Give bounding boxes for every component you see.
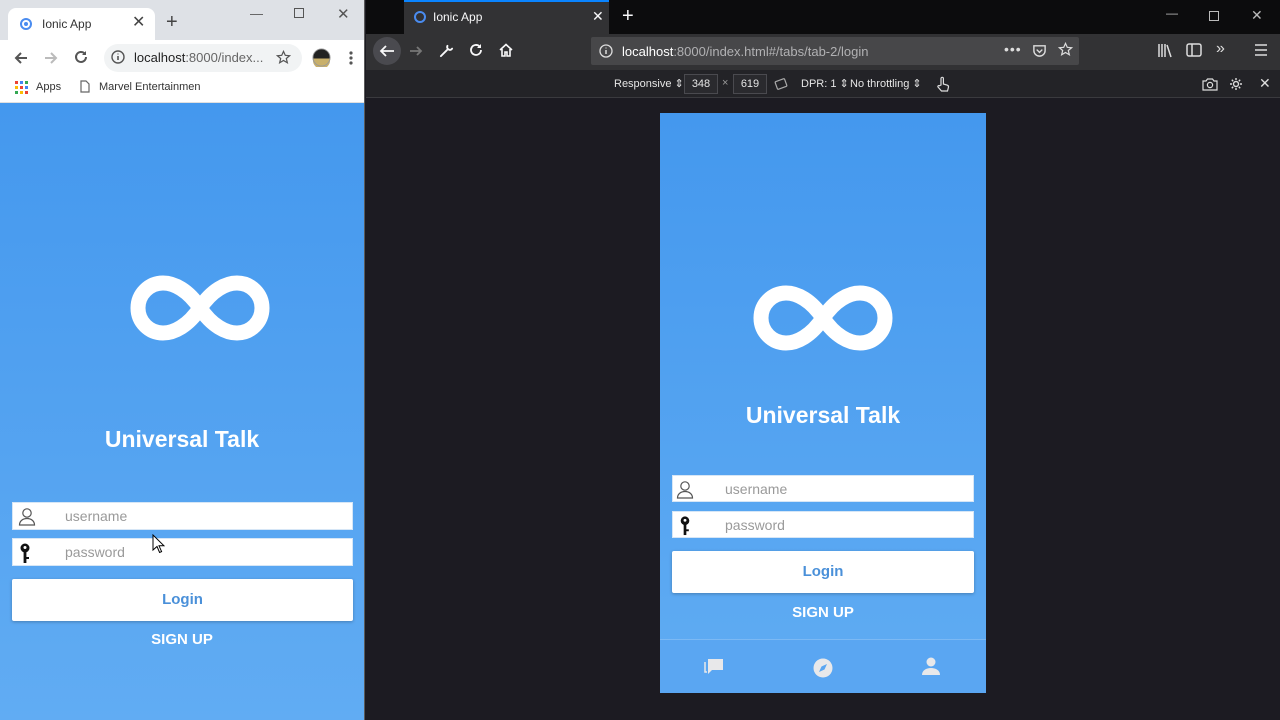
chat-icon[interactable]	[704, 658, 724, 676]
new-tab-button[interactable]: +	[166, 12, 178, 32]
firefox-tab-title: Ionic App	[433, 10, 483, 24]
password-input[interactable]: password	[12, 538, 353, 566]
chrome-tab[interactable]: Ionic App ✕	[8, 8, 155, 40]
key-icon	[20, 543, 30, 563]
info-icon[interactable]	[599, 44, 613, 58]
star-bookmark-icon[interactable]	[1058, 42, 1073, 57]
password-input[interactable]: password	[672, 511, 974, 538]
password-placeholder: password	[65, 544, 125, 560]
forward-arrow-icon[interactable]	[408, 43, 424, 59]
reload-icon[interactable]	[73, 49, 89, 65]
hamburger-menu-icon[interactable]	[1254, 44, 1268, 56]
sidebar-icon[interactable]	[1186, 43, 1202, 58]
device-viewport: Universal Talk username password Login S…	[660, 113, 986, 693]
maximize-icon[interactable]	[294, 8, 304, 18]
login-button[interactable]: Login	[672, 551, 974, 593]
close-tab-icon[interactable]: ✕	[592, 8, 604, 25]
url-path: :8000/index.html#/tabs/tab-2/login	[673, 44, 869, 59]
compass-icon[interactable]	[813, 658, 833, 678]
username-placeholder: username	[725, 480, 788, 497]
bookmark-apps[interactable]: Apps	[36, 81, 61, 93]
wrench-icon[interactable]	[439, 43, 454, 58]
maximize-icon[interactable]	[1209, 11, 1219, 21]
rdm-dpr-select[interactable]: DPR: 1 ⇕	[801, 77, 849, 90]
app-tab-bar	[660, 639, 986, 693]
mouse-cursor-icon	[152, 534, 165, 554]
minimize-icon[interactable]: —	[1166, 6, 1178, 20]
overflow-chevrons-icon[interactable]: »	[1216, 40, 1225, 58]
library-icon[interactable]	[1157, 43, 1173, 58]
pocket-icon[interactable]	[1032, 43, 1047, 58]
ionic-favicon-icon	[20, 18, 32, 30]
close-window-icon[interactable]: ✕	[337, 5, 350, 23]
info-icon[interactable]	[111, 50, 125, 64]
signup-button[interactable]: SIGN UP	[0, 631, 364, 648]
rdm-width-input[interactable]: 348	[684, 74, 718, 94]
app-title: Universal Talk	[104, 426, 260, 452]
minimize-icon[interactable]: —	[250, 6, 263, 21]
chrome-url[interactable]: localhost:8000/index...	[134, 50, 263, 65]
ionic-favicon-icon	[414, 11, 426, 23]
rotate-viewport-icon[interactable]	[773, 77, 789, 91]
infinity-logo-icon	[130, 275, 270, 341]
reload-icon[interactable]	[468, 42, 484, 58]
person-icon[interactable]	[922, 657, 940, 676]
home-icon[interactable]	[498, 42, 514, 58]
back-arrow-icon[interactable]	[372, 36, 402, 66]
close-tab-icon[interactable]: ✕	[132, 13, 145, 33]
firefox-window: Ionic App ✕ + — ✕ localhost:8000/index.h…	[366, 0, 1280, 720]
rdm-throttling-select[interactable]: No throttling ⇕	[850, 77, 922, 90]
rdm-size-separator: ×	[722, 77, 729, 89]
key-icon	[680, 516, 690, 536]
screenshot-camera-icon[interactable]	[1202, 77, 1218, 91]
settings-gear-icon[interactable]	[1229, 77, 1243, 91]
rdm-throttling-label: No throttling	[850, 78, 910, 90]
firefox-url[interactable]: localhost:8000/index.html#/tabs/tab-2/lo…	[622, 44, 868, 59]
url-path: :8000/index...	[185, 50, 264, 65]
chrome-window: Ionic App ✕ + — ✕ localhost:8000/index..…	[0, 0, 365, 720]
url-host: localhost	[134, 50, 186, 65]
signup-button[interactable]: SIGN UP	[660, 604, 986, 621]
star-bookmark-icon[interactable]	[276, 50, 291, 65]
bookmark-marvel[interactable]: Marvel Entertainmen	[99, 81, 201, 93]
user-outline-icon	[18, 508, 36, 526]
apps-grid-icon[interactable]	[15, 81, 28, 94]
rdm-dpr-label: DPR: 1	[801, 78, 837, 90]
chrome-tab-title: Ionic App	[42, 17, 92, 31]
page-icon	[80, 80, 90, 93]
new-tab-button[interactable]: +	[622, 5, 634, 28]
login-button[interactable]: Login	[12, 579, 353, 621]
chrome-page-viewport: Universal Talk username password Login S…	[0, 103, 364, 720]
close-window-icon[interactable]: ✕	[1251, 7, 1263, 24]
chrome-menu-icon[interactable]	[348, 50, 354, 66]
rdm-device-label: Responsive	[614, 78, 672, 90]
back-arrow-icon[interactable]	[13, 50, 29, 66]
rdm-device-select[interactable]: Responsive ⇕	[614, 77, 684, 90]
forward-arrow-icon[interactable]	[43, 50, 59, 66]
page-actions-icon[interactable]: •••	[1004, 41, 1022, 57]
profile-avatar[interactable]	[312, 48, 331, 67]
close-rdm-icon[interactable]: ✕	[1259, 75, 1271, 92]
url-host: localhost	[622, 44, 674, 59]
user-outline-icon	[676, 481, 694, 499]
username-input[interactable]: username	[12, 502, 353, 530]
app-title: Universal Talk	[745, 402, 901, 428]
infinity-logo-icon	[753, 285, 893, 351]
touch-simulation-icon[interactable]	[936, 76, 950, 92]
password-placeholder: password	[725, 516, 785, 533]
rdm-height-input[interactable]: 619	[733, 74, 767, 94]
username-input[interactable]: username	[672, 475, 974, 502]
username-placeholder: username	[65, 508, 128, 524]
